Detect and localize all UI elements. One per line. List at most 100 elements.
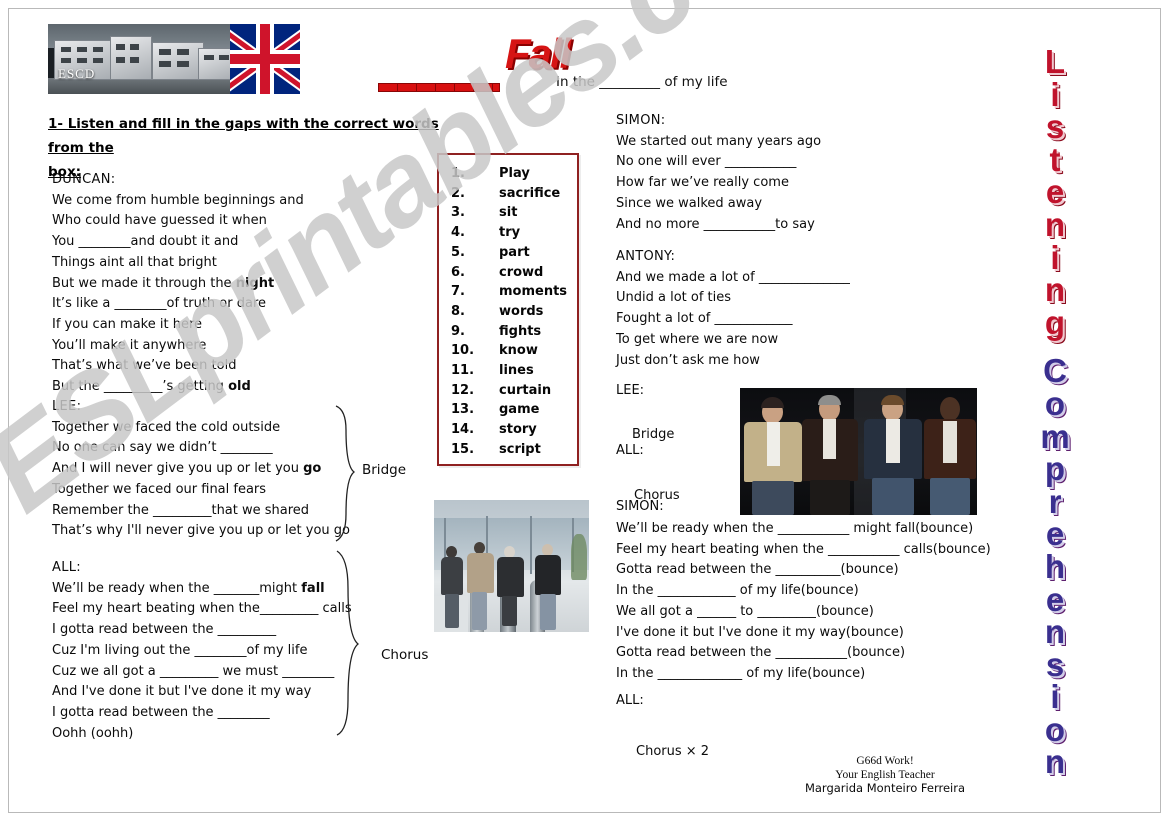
lyric-line: Feel my heart beating when the_________ … (52, 601, 352, 617)
lyric-line: We’ll be ready when the ___________ migh… (616, 521, 974, 536)
word-number: 2. (451, 185, 465, 201)
speaker-label-all-right: ALL: (616, 443, 644, 458)
lyric-line: But the _________’s getting old (52, 379, 251, 395)
side-title-char: i (1050, 238, 1060, 276)
lyric-line: Feel my heart beating when the _________… (616, 541, 991, 557)
side-title-char: g (1044, 303, 1066, 341)
lyric-line: Fought a lot of ____________ (616, 311, 793, 327)
word-bank-item[interactable]: 7. moments (439, 282, 577, 302)
lyrics-simon: SIMON: We started out many years ago No … (616, 111, 821, 235)
side-title-char: h (1044, 547, 1066, 585)
lyric-line: And we made a lot of ______________ (616, 269, 850, 285)
lyric-line: And no more ___________to say (616, 216, 815, 232)
speaker-label-simon: SIMON: (616, 113, 666, 128)
worksheet-page: ESCD Fall In the _________ of my life 1-… (0, 0, 1169, 821)
word-number: 13. (451, 402, 475, 418)
signature-line-2: Your English Teacher (835, 768, 935, 781)
lyrics-duncan: DUNCAN: We come from humble beginnings a… (52, 170, 304, 398)
lyric-line: In the _____________ of my life(bounce) (616, 665, 866, 681)
lyrics-lee: LEE: Together we faced the cold outside … (52, 397, 350, 542)
page-border-top (8, 8, 1161, 9)
word-bank-item[interactable]: 11. lines (439, 361, 577, 381)
word-bank-item[interactable]: 14. story (439, 420, 577, 440)
word-text: game (499, 402, 540, 418)
page-border-bottom (8, 812, 1161, 813)
lyrics-antony: ANTONY: And we made a lot of ___________… (616, 247, 850, 371)
side-title-char: e (1045, 580, 1065, 618)
word-number: 10. (451, 343, 475, 359)
lyric-line: Things aint all that bright (52, 254, 217, 270)
section-label-chorus-x2: Chorus × 2 (636, 744, 710, 759)
building-block (110, 36, 152, 80)
word-text: story (499, 422, 537, 438)
word-bank-item[interactable]: 8. words (439, 302, 577, 322)
word-bank-item[interactable]: 6. crowd (439, 263, 577, 283)
side-title-char: i (1050, 678, 1060, 716)
speaker-label-lee-right: LEE: (616, 383, 645, 398)
word-text: crowd (499, 264, 544, 280)
word-bank-item[interactable]: 10. know (439, 341, 577, 361)
side-title-char: n (1044, 205, 1066, 243)
building-block (152, 42, 204, 80)
lyric-line: But we made it through the night (52, 275, 275, 291)
lyric-line: I gotta read between the _________ (52, 622, 277, 638)
side-title-char: s (1045, 645, 1065, 683)
word-number: 4. (451, 225, 465, 241)
lyric-line: You ________and doubt it and (52, 234, 239, 250)
lyrics-all: ALL: We’ll be ready when the _______migh… (52, 558, 352, 744)
lyric-line: Oohh (oohh) (52, 725, 134, 741)
word-number: 15. (451, 441, 475, 457)
side-title-char: p (1044, 450, 1066, 488)
lyric-line: Gotta read between the __________(bounce… (616, 562, 899, 578)
word-text: try (499, 225, 521, 241)
word-text: words (499, 303, 544, 319)
title-blank-bar (378, 83, 500, 92)
lyric-line: Together we faced the cold outside (52, 419, 281, 435)
word-number: 12. (451, 382, 475, 398)
word-text: know (499, 343, 538, 359)
speaker-label-antony: ANTONY: (616, 249, 676, 264)
band-photo-group (740, 388, 977, 515)
side-title-char: n (1044, 271, 1066, 309)
side-title-char: C (1043, 352, 1067, 390)
word-number: 6. (451, 264, 465, 280)
lyric-line: No one can say we didn’t ________ (52, 440, 273, 456)
word-bank-item[interactable]: 2. sacrifice (439, 184, 577, 204)
word-text: moments (499, 284, 568, 300)
school-badge-text: ESCD (58, 66, 96, 81)
lyric-line: And I will never give you up or let you … (52, 461, 322, 477)
word-text: part (499, 244, 530, 260)
word-bank-item[interactable]: 4. try (439, 223, 577, 243)
lyric-line: Just don’t ask me how (616, 352, 760, 368)
brace-chorus (336, 550, 360, 736)
lyric-line: I gotta read between the ________ (52, 704, 270, 720)
instruction-line-1: 1- Listen and fill in the gaps with the … (48, 116, 439, 156)
side-title-vertical: L i s t e n i n g C o m p r e h e n s i … (1024, 45, 1086, 786)
speaker-label-duncan: DUNCAN: (52, 172, 116, 187)
word-bank-item[interactable]: 15. script (439, 440, 577, 460)
lyric-line: I've done it but I've done it my way(bou… (616, 624, 904, 640)
word-bank-item[interactable]: 13. game (439, 400, 577, 420)
word-bank-item[interactable]: 3. sit (439, 203, 577, 223)
word-number: 3. (451, 205, 465, 221)
side-title-char: o (1044, 384, 1066, 422)
teacher-signature: G66d Work! Your English Teacher Margarid… (790, 755, 980, 796)
speaker-label-lee: LEE: (52, 399, 82, 414)
brace-label-bridge: Bridge (362, 462, 407, 478)
band-photo-station (434, 500, 589, 632)
side-title-char: m (1040, 417, 1070, 455)
word-bank-item[interactable]: 9. fights (439, 322, 577, 342)
word-bank-item[interactable]: 1. Play (439, 164, 577, 184)
word-text: curtain (499, 382, 552, 398)
lyric-line: In the ____________ of my life(bounce) (616, 583, 859, 599)
word-number: 1. (451, 166, 465, 181)
word-text: script (499, 441, 541, 457)
lyrics-chorus-right: We’ll be ready when the ___________ migh… (616, 519, 991, 685)
word-bank-item[interactable]: 12. curtain (439, 381, 577, 401)
lyric-line: We all got a ______ to _________(bounce) (616, 603, 874, 619)
side-title-char: t (1049, 140, 1061, 178)
word-bank-item[interactable]: 5. part (439, 243, 577, 263)
side-title-char: n (1044, 743, 1066, 781)
side-title-char: s (1045, 108, 1065, 146)
signature-line-1: G66d Work! (856, 755, 914, 767)
